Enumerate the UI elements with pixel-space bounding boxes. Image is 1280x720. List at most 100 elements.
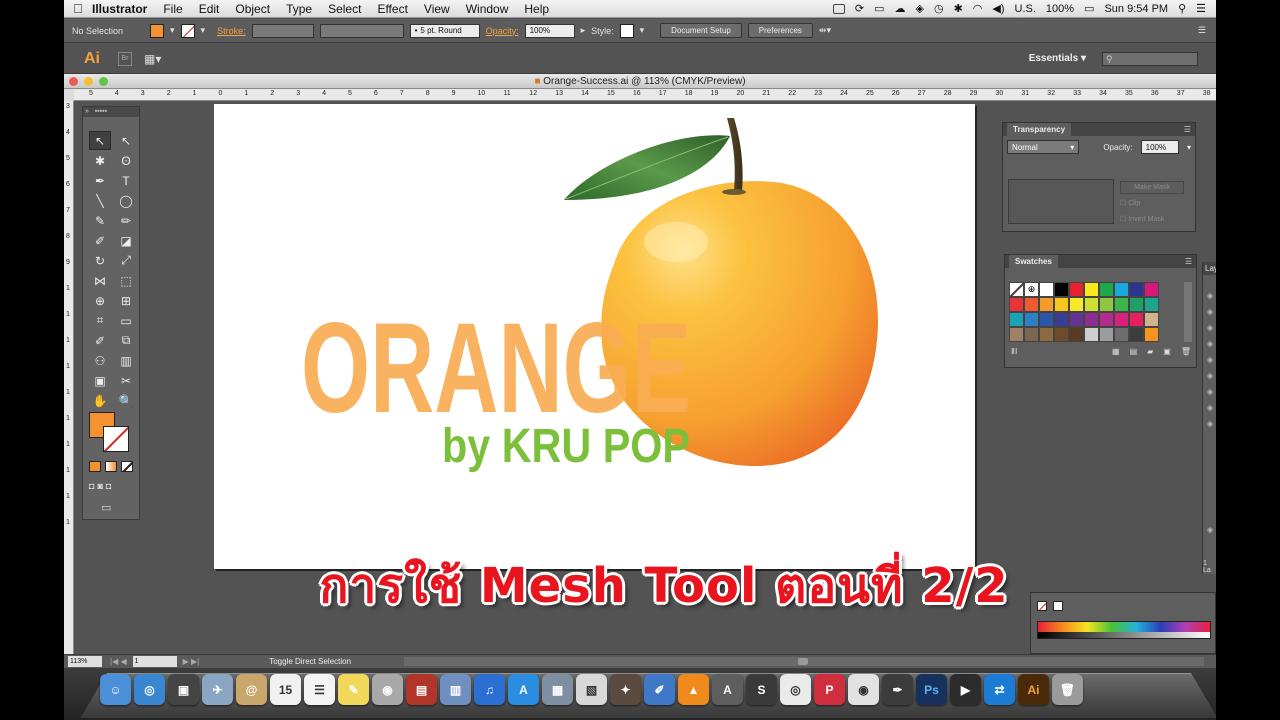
visibility-eye-icon[interactable]: ◉ — [1205, 340, 1215, 350]
bluetooth-icon[interactable]: ✱ — [954, 2, 963, 15]
column-graph-icon[interactable]: ▥ — [115, 351, 137, 370]
opacity-field[interactable]: 100% — [524, 23, 575, 38]
dropbox-icon[interactable]: ◈ — [915, 2, 923, 15]
pencil-icon[interactable]: ✏ — [115, 211, 137, 230]
teamviewer-icon[interactable]: ⇄ — [984, 674, 1015, 705]
volume-icon[interactable]: ◀) — [992, 2, 1004, 15]
menu-select[interactable]: Select — [328, 2, 361, 16]
menu-object[interactable]: Object — [235, 2, 270, 16]
color-swatch[interactable] — [1054, 312, 1069, 327]
photo-tool-icon[interactable]: ✦ — [610, 674, 641, 705]
artboard[interactable]: ORANGE by KRU POP — [214, 104, 975, 569]
panel-menu-icon[interactable]: ☰ — [1185, 255, 1196, 268]
symbol-sprayer-icon[interactable]: ⚇ — [89, 351, 111, 370]
none-mode-icon[interactable] — [121, 461, 133, 472]
menu-view[interactable]: View — [424, 2, 450, 16]
color-swatch[interactable] — [1039, 312, 1054, 327]
color-swatch[interactable] — [1024, 297, 1039, 312]
swatches-tab[interactable]: Swatches — [1009, 255, 1058, 268]
control-panel-menu-icon[interactable]: ☰ — [1198, 25, 1206, 36]
color-swatch[interactable] — [1054, 297, 1069, 312]
scrollbar-thumb[interactable] — [798, 658, 808, 665]
vertical-ruler[interactable]: 3 4 5 6 7 8 9 1 1 1 1 1 1 1 1 1 1 — [64, 101, 74, 654]
color-swatch[interactable] — [1024, 312, 1039, 327]
artboard-nav-first-prev-icon[interactable]: |◀ ◀ — [110, 657, 127, 666]
stroke-weight-field[interactable] — [251, 23, 314, 38]
color-swatch[interactable] — [1129, 297, 1144, 312]
stroke-color-box[interactable] — [103, 426, 129, 452]
new-swatch-icon[interactable]: ▣ — [1163, 347, 1171, 356]
visibility-eye-icon[interactable]: ◉ — [1205, 324, 1215, 334]
photoshop-icon[interactable]: Ps — [916, 674, 947, 705]
menu-type[interactable]: Type — [286, 2, 312, 16]
menu-file[interactable]: File — [163, 2, 182, 16]
close-window-button[interactable] — [69, 77, 78, 86]
swatches-scrollbar[interactable] — [1184, 282, 1192, 342]
status-text[interactable]: Toggle Direct Selection — [269, 657, 409, 666]
swatches-panel-header[interactable]: Swatches ☰ — [1005, 255, 1196, 268]
perspective-grid-icon[interactable]: ⊞ — [115, 291, 137, 310]
eraser-icon[interactable]: ◪ — [115, 231, 137, 250]
visibility-eye-icon[interactable]: ◉ — [1205, 372, 1215, 382]
draw-behind-icon[interactable]: ◙ — [97, 481, 102, 491]
make-mask-button[interactable]: Make Mask — [1120, 181, 1184, 194]
safari-icon[interactable]: ◎ — [134, 674, 165, 705]
ruler-origin[interactable] — [64, 89, 74, 101]
spotlight-icon[interactable]: ⚲ — [1178, 2, 1186, 15]
color-swatch[interactable] — [1144, 282, 1159, 297]
direct-selection-icon[interactable]: ↖ — [115, 131, 137, 150]
input-source[interactable]: U.S. — [1015, 3, 1036, 15]
align-options-icon[interactable]: ⇹▾ — [819, 25, 831, 36]
trash-icon[interactable]: 🗑 — [1052, 674, 1083, 705]
vlc-icon[interactable]: ▲ — [678, 674, 709, 705]
style-swatch[interactable] — [619, 23, 634, 38]
calendar-icon[interactable]: 15 — [270, 674, 301, 705]
rotate-icon[interactable]: ↻ — [89, 251, 111, 270]
itunes-icon[interactable]: ♫ — [474, 674, 505, 705]
photos-folder-icon[interactable]: ▧ — [576, 674, 607, 705]
target-icon[interactable]: ◎ — [780, 674, 811, 705]
gradient-icon[interactable]: ▭ — [115, 311, 137, 330]
iphoto-icon[interactable]: ▥ — [440, 674, 471, 705]
color-swatch[interactable] — [1099, 282, 1114, 297]
color-swatch[interactable] — [1009, 312, 1024, 327]
minimize-window-button[interactable] — [84, 77, 93, 86]
brush-definition-dropdown[interactable]: • 5 pt. Round — [409, 23, 480, 38]
sbd-icon[interactable]: S — [746, 674, 777, 705]
arrange-documents-icon[interactable]: ▦▾ — [144, 52, 161, 66]
finder-icon[interactable]: ☺ — [100, 674, 131, 705]
color-swatch[interactable] — [1069, 282, 1084, 297]
width-icon[interactable]: ⋈ — [89, 271, 111, 290]
display-icon[interactable]: ▭ — [874, 2, 884, 15]
visibility-eye-icon[interactable]: ◉ — [1205, 308, 1215, 318]
stickies-icon[interactable]: ✎ — [338, 674, 369, 705]
stroke-dropdown-icon[interactable]: ▾ — [201, 25, 206, 36]
scale-icon[interactable]: ⤢ — [115, 251, 137, 270]
screen-mode-icon[interactable]: ▭ — [101, 501, 111, 514]
visibility-eye-icon[interactable]: ◉ — [1205, 356, 1215, 366]
fill-dropdown-icon[interactable]: ▾ — [170, 25, 175, 36]
cloud-icon[interactable]: ☁ — [894, 2, 905, 15]
preview-icon[interactable]: ✈ — [202, 674, 233, 705]
lasso-icon[interactable]: ʘ — [115, 151, 137, 170]
title-orange-text[interactable]: ORANGE — [301, 297, 691, 440]
tools-panel-header[interactable]: » ▪▪▪▪▪ — [83, 107, 139, 117]
show-swatch-kinds-icon[interactable]: ▦ — [1112, 347, 1120, 356]
zoom-level-field[interactable]: 113% — [68, 656, 102, 667]
swatch-libraries-icon[interactable]: ⅡⅠ — [1011, 347, 1017, 356]
zoom-window-button[interactable] — [99, 77, 108, 86]
subtitle-text[interactable]: by KRU POP — [442, 420, 690, 473]
new-color-group-icon[interactable]: ▰ — [1147, 347, 1153, 356]
menu-effect[interactable]: Effect — [377, 2, 407, 16]
color-swatch[interactable] — [1144, 327, 1159, 342]
color-mode-icon[interactable] — [89, 461, 101, 472]
color-swatch[interactable] — [1039, 327, 1054, 342]
type-icon[interactable]: T — [115, 171, 137, 190]
color-swatch[interactable] — [1024, 327, 1039, 342]
photo-strip-icon[interactable]: ▤ — [406, 674, 437, 705]
color-swatch[interactable] — [1069, 312, 1084, 327]
notification-center-icon[interactable]: ☰ — [1196, 2, 1206, 15]
menu-help[interactable]: Help — [524, 2, 549, 16]
free-transform-icon[interactable]: ⬚ — [115, 271, 137, 290]
document-setup-button[interactable]: Document Setup — [660, 23, 742, 38]
